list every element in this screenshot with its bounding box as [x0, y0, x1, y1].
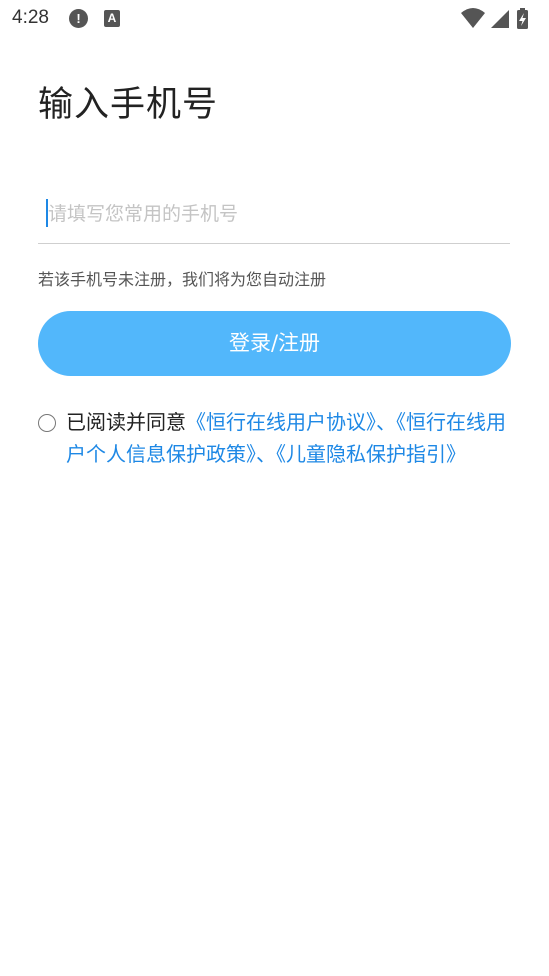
status-icons — [461, 7, 541, 31]
auto-register-hint: 若该手机号未注册，我们将为您自动注册 — [38, 270, 327, 289]
page-title: 输入手机号 — [38, 85, 219, 125]
wifi-icon — [461, 8, 485, 28]
agreement-radio[interactable] — [38, 414, 56, 432]
alert-icon: ! — [69, 9, 88, 28]
user-agreement-link[interactable]: 《恒行在线用户协议》 — [186, 410, 376, 434]
agreement-separator: 、 — [256, 442, 276, 466]
agreement-text: 已阅读并同意《恒行在线用户协议》、《恒行在线用户个人信息保护政策》、《儿童隐私保… — [66, 406, 506, 470]
agreement-prefix: 已阅读并同意 — [66, 410, 186, 434]
phone-field[interactable] — [38, 193, 510, 244]
status-bar: 4:28 ! A — [0, 0, 549, 40]
app-notification-icon: A — [104, 10, 120, 27]
agreement-separator: 、 — [376, 410, 396, 434]
phone-input[interactable] — [48, 193, 498, 235]
signal-icon — [491, 10, 509, 28]
child-privacy-link[interactable]: 《儿童隐私保护指引》 — [276, 442, 466, 466]
battery-charging-icon — [517, 8, 528, 29]
login-register-button[interactable]: 登录/注册 — [38, 311, 511, 376]
status-time: 4:28 — [12, 7, 49, 28]
